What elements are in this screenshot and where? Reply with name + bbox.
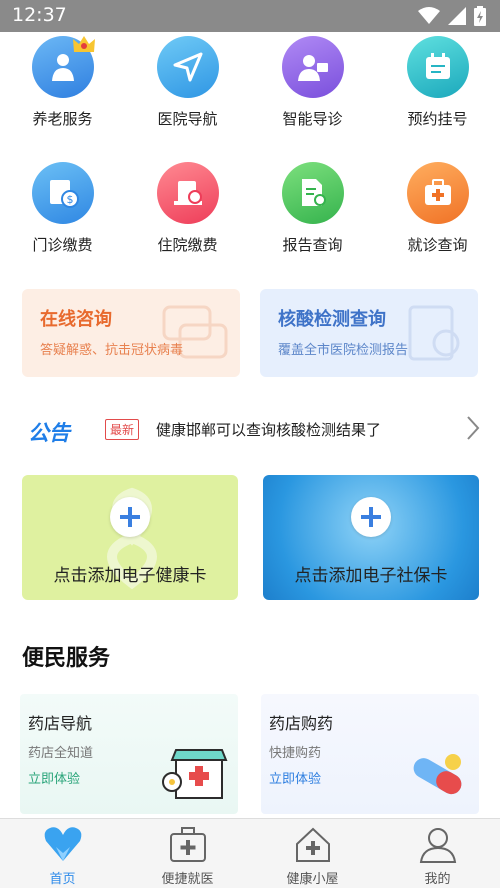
home-heart-icon <box>42 825 84 865</box>
plus-icon <box>351 497 391 537</box>
notice-bar[interactable]: 公告 最新 健康邯郸可以查询核酸检测结果了 <box>0 405 500 455</box>
service-subtitle: 药店全知道 <box>28 746 94 761</box>
status-icons <box>418 6 486 26</box>
service-title: 药店购药 <box>269 714 334 733</box>
grid-label: 预约挂号 <box>407 110 468 128</box>
status-time: 12:37 <box>12 4 67 26</box>
promo-subtitle: 答疑解惑、抗击冠状病毒 <box>40 343 184 358</box>
nav-item-health-house[interactable]: 健康小屋 <box>250 819 375 888</box>
nav-label: 健康小屋 <box>286 872 339 887</box>
calendar-icon <box>407 36 469 98</box>
wifi-icon <box>418 7 440 24</box>
inpatient-payment-icon <box>157 162 219 224</box>
nav-label: 便捷就医 <box>161 872 214 887</box>
grid-item-visit-search[interactable]: 就诊查询 <box>375 158 500 278</box>
crown-icon <box>73 36 95 52</box>
card-caption: 点击添加电子健康卡 <box>53 566 207 586</box>
nucleic-test-card[interactable]: 核酸检测查询 覆盖全市医院检测报告 <box>260 289 478 377</box>
grid-label: 门诊缴费 <box>32 236 93 254</box>
report-search-icon <box>282 162 344 224</box>
pill-capsule-icon <box>413 754 462 795</box>
battery-icon <box>474 6 486 26</box>
promo-subtitle: 覆盖全市医院检测报告 <box>278 343 409 358</box>
navigation-arrow-icon <box>157 36 219 98</box>
grid-label: 智能导诊 <box>282 110 343 128</box>
nav-item-convenient[interactable]: 便捷就医 <box>125 819 250 888</box>
grid-item-report-search[interactable]: 报告查询 <box>250 158 375 278</box>
user-icon <box>417 825 459 865</box>
service-title: 药店导航 <box>28 714 93 733</box>
pharmacy-buy-card[interactable]: 药店购药 快捷购药 立即体验 <box>261 694 479 814</box>
outpatient-payment-icon: $ <box>32 162 94 224</box>
nav-label: 首页 <box>49 872 76 887</box>
notice-brand: 公告 <box>28 421 70 445</box>
grid-item-elderly[interactable]: 养老服务 <box>0 32 125 152</box>
svg-text:$: $ <box>67 193 74 206</box>
notice-badge: 最新 <box>105 419 140 440</box>
grid-item-smart-triage[interactable]: 智能导诊 <box>250 32 375 152</box>
grid-label: 住院缴费 <box>157 236 218 254</box>
section-title: 便民服务 <box>22 646 111 671</box>
service-link: 立即体验 <box>269 772 322 787</box>
add-social-card[interactable]: 点击添加电子社保卡 <box>263 475 479 600</box>
promo-title: 核酸检测查询 <box>278 309 386 330</box>
nav-label: 我的 <box>424 872 451 887</box>
document-search-icon <box>408 305 460 361</box>
online-consult-card[interactable]: 在线咨询 答疑解惑、抗击冠状病毒 <box>22 289 240 377</box>
signal-icon <box>448 7 466 25</box>
grid-label: 报告查询 <box>282 236 343 254</box>
health-house-icon <box>292 825 334 865</box>
service-link: 立即体验 <box>28 772 81 787</box>
add-health-card[interactable]: 点击添加电子健康卡 <box>22 475 238 600</box>
smart-triage-icon <box>282 36 344 98</box>
bottom-nav: 首页 便捷就医 健康小屋 我的 <box>0 818 500 888</box>
grid-item-appointment[interactable]: 预约挂号 <box>375 32 500 152</box>
pharmacy-nav-card[interactable]: 药店导航 药店全知道 立即体验 <box>20 694 238 814</box>
service-subtitle: 快捷购药 <box>269 746 322 761</box>
grid-label: 养老服务 <box>32 110 93 128</box>
grid-item-outpatient-payment[interactable]: $ 门诊缴费 <box>0 158 125 278</box>
notice-text: 健康邯郸可以查询核酸检测结果了 <box>156 421 382 439</box>
grid-label: 医院导航 <box>157 110 218 128</box>
nav-item-home[interactable]: 首页 <box>0 819 125 888</box>
promo-title: 在线咨询 <box>40 309 112 330</box>
medical-kit-icon <box>167 825 209 865</box>
grid-label: 就诊查询 <box>407 236 468 254</box>
nav-item-mine[interactable]: 我的 <box>375 819 500 888</box>
card-caption: 点击添加电子社保卡 <box>294 566 448 586</box>
plus-icon <box>110 497 150 537</box>
medical-kit-icon <box>407 162 469 224</box>
chevron-right-icon <box>467 416 480 440</box>
grid-item-inpatient-payment[interactable]: 住院缴费 <box>125 158 250 278</box>
status-bar: 12:37 <box>0 0 500 32</box>
pharmacy-store-icon <box>162 749 228 799</box>
grid-item-hospital-nav[interactable]: 医院导航 <box>125 32 250 152</box>
